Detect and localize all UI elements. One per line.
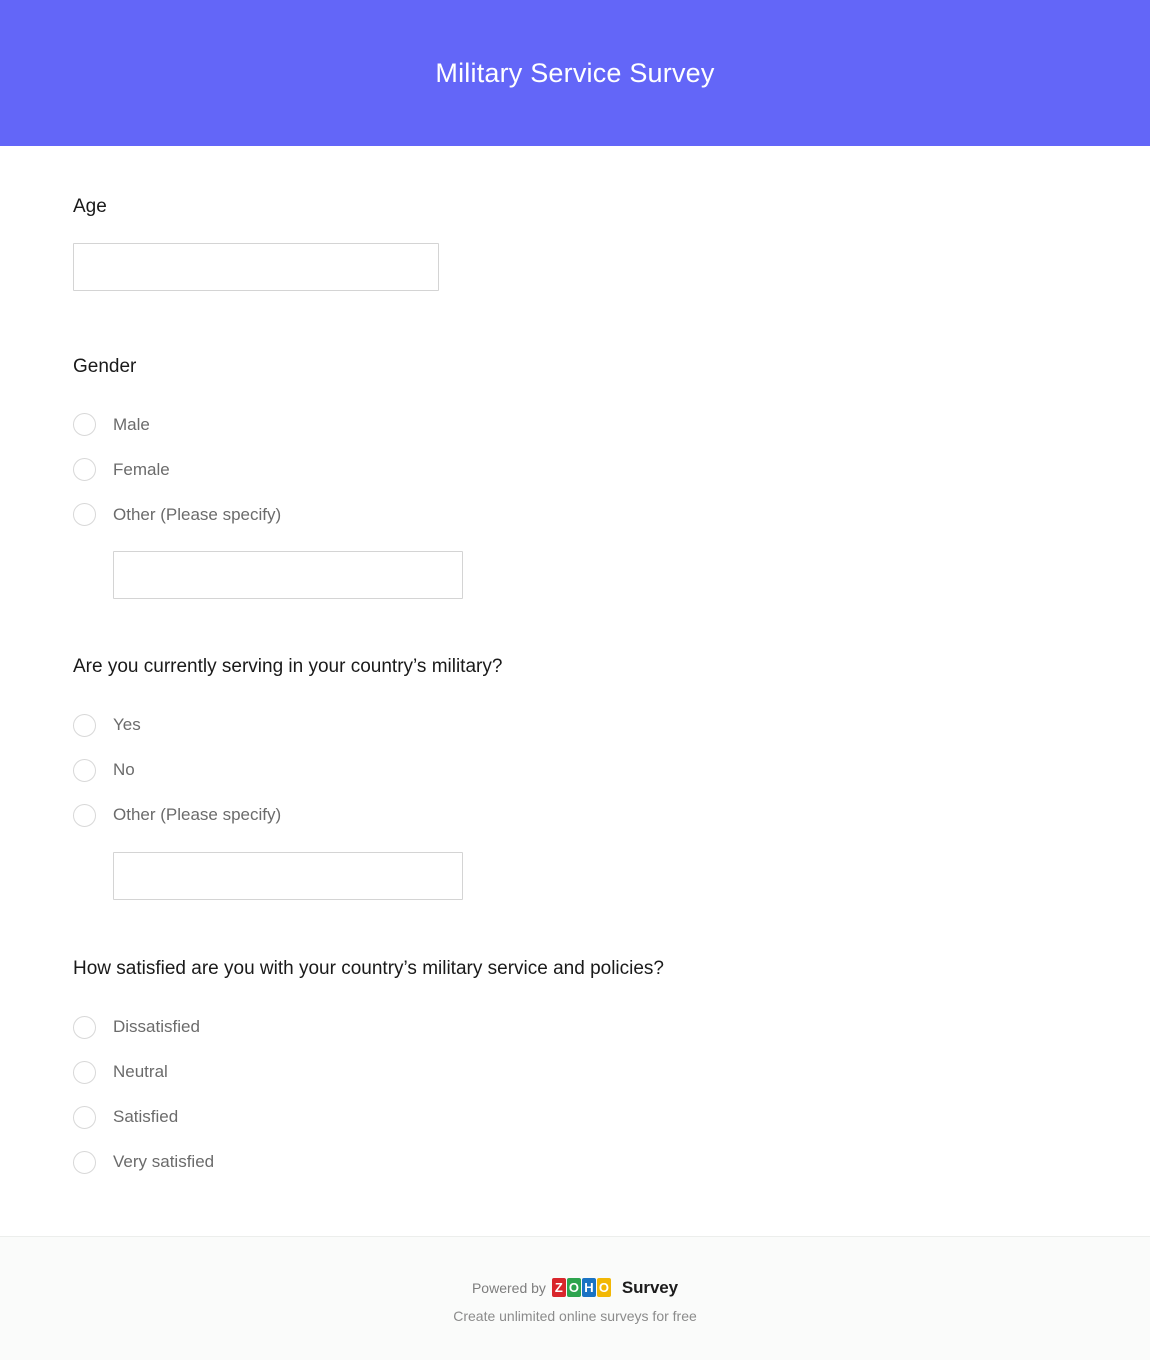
- radio-icon[interactable]: [73, 803, 96, 827]
- serving-option-other[interactable]: Other (Please specify): [73, 793, 1077, 838]
- satisfaction-options: Dissatisfied Neutral Satisfied Very sati…: [73, 1005, 1077, 1185]
- radio-icon[interactable]: [73, 413, 96, 437]
- option-label: Yes: [113, 715, 141, 735]
- zoho-tile-o1: O: [566, 1278, 581, 1297]
- radio-icon[interactable]: [73, 1150, 96, 1174]
- page-title: Military Service Survey: [435, 57, 715, 88]
- satisfaction-option-dissatisfied[interactable]: Dissatisfied: [73, 1005, 1077, 1050]
- question-label-currently-serving: Are you currently serving in your countr…: [73, 656, 503, 678]
- option-label: Female: [113, 459, 170, 479]
- question-label-satisfaction: How satisfied are you with your country’…: [73, 957, 665, 979]
- gender-option-other[interactable]: Other (Please specify): [73, 492, 1077, 537]
- zoho-tile-h: H: [581, 1278, 596, 1297]
- question-label-age: Age: [73, 196, 107, 217]
- radio-icon[interactable]: [73, 758, 96, 782]
- serving-other-input[interactable]: [113, 851, 463, 900]
- survey-footer: Powered by Z O H O Survey Create unlimit…: [0, 1236, 1150, 1360]
- option-label: Very satisfied: [113, 1152, 215, 1172]
- serving-option-no[interactable]: No: [73, 748, 1077, 793]
- zoho-tile-o2: O: [596, 1278, 611, 1297]
- footer-tagline: Create unlimited online surveys for free: [453, 1307, 697, 1324]
- gender-options: Male Female Other (Please specify): [73, 402, 1077, 600]
- gender-other-input[interactable]: [113, 551, 463, 600]
- option-label: Other (Please specify): [113, 805, 282, 825]
- question-label-gender: Gender: [73, 355, 137, 377]
- satisfaction-option-very-satisfied[interactable]: Very satisfied: [73, 1140, 1077, 1185]
- survey-header: Military Service Survey: [0, 0, 1150, 146]
- option-label: Male: [113, 414, 150, 434]
- radio-icon[interactable]: [73, 1015, 96, 1039]
- option-label: Neutral: [113, 1062, 168, 1082]
- zoho-tile-z: Z: [551, 1278, 566, 1297]
- gender-other-input-wrap: [73, 551, 1077, 600]
- satisfaction-option-neutral[interactable]: Neutral: [73, 1050, 1077, 1095]
- option-label: Satisfied: [113, 1107, 179, 1127]
- serving-other-input-wrap: [73, 851, 1077, 900]
- radio-icon[interactable]: [73, 458, 96, 482]
- radio-icon[interactable]: [73, 503, 96, 527]
- question-age: Age: [73, 194, 1077, 354]
- age-input[interactable]: [73, 242, 439, 291]
- currently-serving-options: Yes No Other (Please specify): [73, 703, 1077, 900]
- option-label: Dissatisfied: [113, 1017, 200, 1037]
- question-currently-serving: Are you currently serving in your countr…: [73, 654, 1077, 956]
- question-gender: Gender Male Female Other (Please specify…: [73, 354, 1077, 655]
- radio-icon[interactable]: [73, 713, 96, 737]
- survey-body: Age Gender Male Female Other (Please spe…: [0, 146, 1150, 1236]
- radio-icon[interactable]: [73, 1105, 96, 1129]
- radio-icon[interactable]: [73, 1060, 96, 1084]
- option-label: Other (Please specify): [113, 504, 282, 524]
- satisfaction-option-satisfied[interactable]: Satisfied: [73, 1095, 1077, 1140]
- serving-option-yes[interactable]: Yes: [73, 703, 1077, 748]
- powered-by-label: Powered by: [471, 1279, 546, 1296]
- gender-option-female[interactable]: Female: [73, 447, 1077, 492]
- zoho-logo-icon[interactable]: Z O H O: [551, 1278, 611, 1297]
- survey-page: Military Service Survey Age Gender Male …: [0, 0, 1150, 1360]
- brand-name: Survey: [621, 1277, 679, 1297]
- option-label: No: [113, 760, 135, 780]
- question-satisfaction: How satisfied are you with your country’…: [73, 956, 1077, 1195]
- gender-option-male[interactable]: Male: [73, 402, 1077, 447]
- powered-by-row: Powered by Z O H O Survey: [472, 1278, 678, 1298]
